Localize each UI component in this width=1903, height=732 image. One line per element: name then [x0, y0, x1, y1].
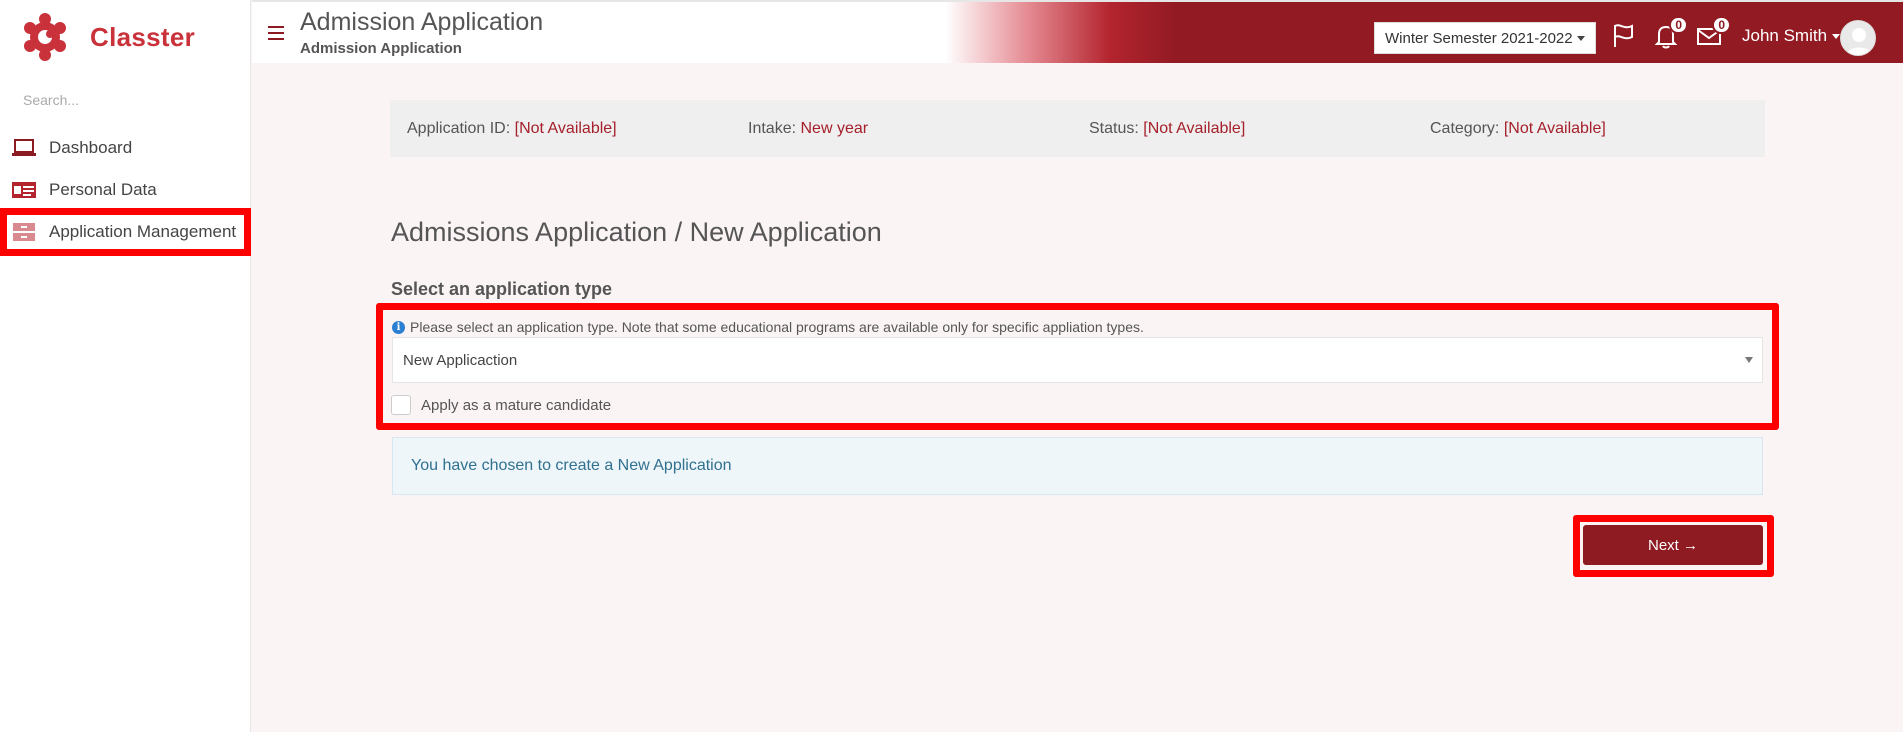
intake: Intake: New year [748, 120, 869, 137]
help-text: i Please select an application type. Not… [392, 319, 1144, 335]
sidebar: Classter Dashboard Personal Data Applica… [0, 0, 251, 732]
flag-icon[interactable] [1610, 22, 1638, 50]
alert-text: You have chosen to create a New Applicat… [411, 457, 732, 474]
messages-badge: 0 [1712, 16, 1731, 34]
drawer-icon [11, 222, 37, 242]
hamburger-menu-icon[interactable] [268, 26, 284, 40]
sidebar-item-dashboard[interactable]: Dashboard [8, 130, 246, 166]
sidebar-item-personal-data[interactable]: Personal Data [8, 172, 246, 208]
status: Status: [Not Available] [1089, 120, 1246, 137]
user-name: John Smith [1742, 26, 1828, 45]
envelope-icon[interactable]: 0 [1695, 16, 1731, 50]
chevron-down-icon [1832, 34, 1841, 40]
brand-name: Classter [90, 21, 196, 52]
notifications-badge: 0 [1669, 16, 1688, 34]
sidebar-item-label: Application Management [49, 222, 237, 241]
semester-value: Winter Semester 2021-2022 [1385, 29, 1573, 47]
chevron-down-icon [1745, 357, 1753, 363]
section-title: Select an application type [391, 279, 613, 299]
mature-candidate-option[interactable]: Apply as a mature candidate [391, 395, 611, 415]
breadcrumb: Admission Application [300, 40, 462, 57]
classter-logo-icon [24, 13, 66, 61]
application-info-bar: Application ID: [Not Available] Intake: … [390, 100, 1765, 157]
sidebar-item-application-management[interactable]: Application Management [0, 208, 251, 256]
application-type-select[interactable]: New Applicaction [392, 337, 1763, 383]
laptop-icon [11, 138, 37, 158]
sidebar-item-label: Dashboard [49, 138, 133, 157]
user-menu[interactable]: John Smith [1742, 26, 1841, 46]
application-id: Application ID: [Not Available] [407, 120, 617, 137]
semester-select[interactable]: Winter Semester 2021-2022 [1374, 22, 1596, 54]
bell-icon[interactable]: 0 [1652, 16, 1688, 50]
application-type-value: New Applicaction [403, 351, 518, 369]
search-input[interactable] [23, 92, 223, 108]
mature-candidate-label: Apply as a mature candidate [421, 396, 612, 414]
next-button[interactable]: Next → [1583, 525, 1763, 565]
main-heading: Admissions Application / New Application [391, 217, 882, 247]
info-icon: i [392, 320, 405, 334]
category: Category: [Not Available] [1430, 120, 1606, 137]
sidebar-item-label: Personal Data [49, 180, 157, 199]
page-title: Admission Application [300, 8, 544, 36]
id-card-icon [11, 180, 37, 200]
top-bar: Admission Application Admission Applicat… [252, 0, 1903, 63]
chevron-down-icon [1577, 36, 1585, 41]
info-alert: You have chosen to create a New Applicat… [392, 437, 1763, 495]
mature-candidate-checkbox[interactable] [391, 395, 411, 415]
avatar[interactable] [1840, 20, 1876, 56]
logo[interactable]: Classter [22, 12, 195, 62]
